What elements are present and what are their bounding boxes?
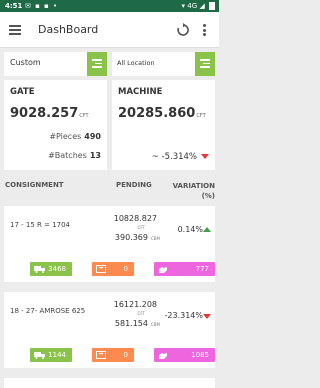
- up-arrow-icon: [203, 227, 211, 232]
- machine-card[interactable]: MACHINE 20285.860CFT ~ -5.314%: [112, 80, 215, 170]
- gate-batches: #Batches 13: [48, 151, 101, 160]
- pending-chip[interactable]: 0: [92, 262, 134, 276]
- machine-title: MACHINE: [118, 87, 163, 97]
- machine-value: 20285.860CFT: [118, 106, 206, 121]
- list-item[interactable]: 18 - 27- AMROSE 625 16121.208 CFT 581.15…: [4, 292, 215, 368]
- received-chip[interactable]: 3468: [30, 262, 72, 276]
- list-icon: [92, 59, 102, 70]
- header-pending: PENDING: [116, 181, 152, 189]
- location-dropdown-value: All Location: [117, 59, 155, 67]
- status-bar: 4:51 ✉ ▪ ▪ • ▾ 4G ◢: [0, 0, 219, 12]
- signal-icon: ◢: [199, 2, 205, 10]
- table-header: CONSIGNMENT PENDING VARIATION (%): [0, 176, 219, 202]
- refresh-icon[interactable]: [176, 23, 190, 37]
- status-time: 4:51: [5, 2, 23, 10]
- pending-cbm-unit: CBM: [151, 322, 160, 327]
- processed-chip[interactable]: 1085: [154, 348, 215, 362]
- gate-pieces: #Pieces 490: [49, 132, 101, 141]
- status-right: ▾ 4G ◢: [181, 0, 215, 12]
- processed-chip[interactable]: 777: [154, 262, 215, 276]
- pending-cft-unit: CFT: [137, 311, 145, 316]
- app-bar: DashBoard: [0, 12, 219, 48]
- pending-cft: 16121.208: [113, 300, 157, 309]
- location-dropdown[interactable]: All Location: [112, 52, 215, 76]
- box-icon: [96, 265, 106, 273]
- box-icon: [96, 351, 106, 359]
- hand-icon: [159, 353, 167, 359]
- down-arrow-icon: [203, 314, 211, 319]
- consignment-label: 18 - 27- AMROSE 625: [10, 307, 86, 315]
- battery-icon: [209, 2, 215, 10]
- pending-cft-unit: CFT: [137, 225, 145, 230]
- variation-value: 0.14%: [177, 225, 203, 234]
- machine-variation: ~ -5.314%: [152, 152, 209, 162]
- down-arrow-icon: [201, 154, 209, 159]
- truck-icon: [34, 352, 45, 359]
- network-label: 4G: [187, 2, 198, 10]
- pending-cbm: 390.369: [114, 233, 148, 242]
- type-dropdown[interactable]: Custom: [4, 52, 107, 76]
- wifi-icon: ▾: [181, 2, 186, 10]
- menu-icon[interactable]: [9, 25, 21, 35]
- variation-value: -23.314%: [164, 311, 203, 320]
- gate-title: GATE: [10, 87, 35, 97]
- list-icon: [200, 59, 210, 70]
- truck-icon: [34, 266, 45, 273]
- page-title: DashBoard: [38, 23, 99, 36]
- pending-chip[interactable]: 0: [92, 348, 134, 362]
- consignment-label: 17 - 15 R = 1704: [10, 221, 71, 229]
- received-chip[interactable]: 1144: [30, 348, 72, 362]
- header-consignment: CONSIGNMENT: [5, 181, 64, 189]
- list-item[interactable]: [4, 378, 215, 388]
- notification-icons: ✉ ▪ ▪ •: [25, 2, 59, 10]
- type-dropdown-button[interactable]: [87, 52, 107, 76]
- location-dropdown-button[interactable]: [195, 52, 215, 76]
- header-variation: VARIATION (%): [172, 182, 215, 200]
- pending-cft: 10828.827: [113, 214, 157, 223]
- gate-card[interactable]: GATE 9028.257CFT #Pieces 490 #Batches 13: [4, 80, 107, 170]
- pending-cbm-unit: CBM: [151, 236, 160, 241]
- more-options-icon[interactable]: [203, 24, 207, 36]
- pending-cbm: 581.154: [114, 319, 148, 328]
- gate-value: 9028.257CFT: [10, 106, 89, 121]
- list-item[interactable]: 17 - 15 R = 1704 10828.827 CFT 390.369 C…: [4, 206, 215, 282]
- type-dropdown-value: Custom: [10, 58, 41, 67]
- hand-icon: [159, 267, 167, 273]
